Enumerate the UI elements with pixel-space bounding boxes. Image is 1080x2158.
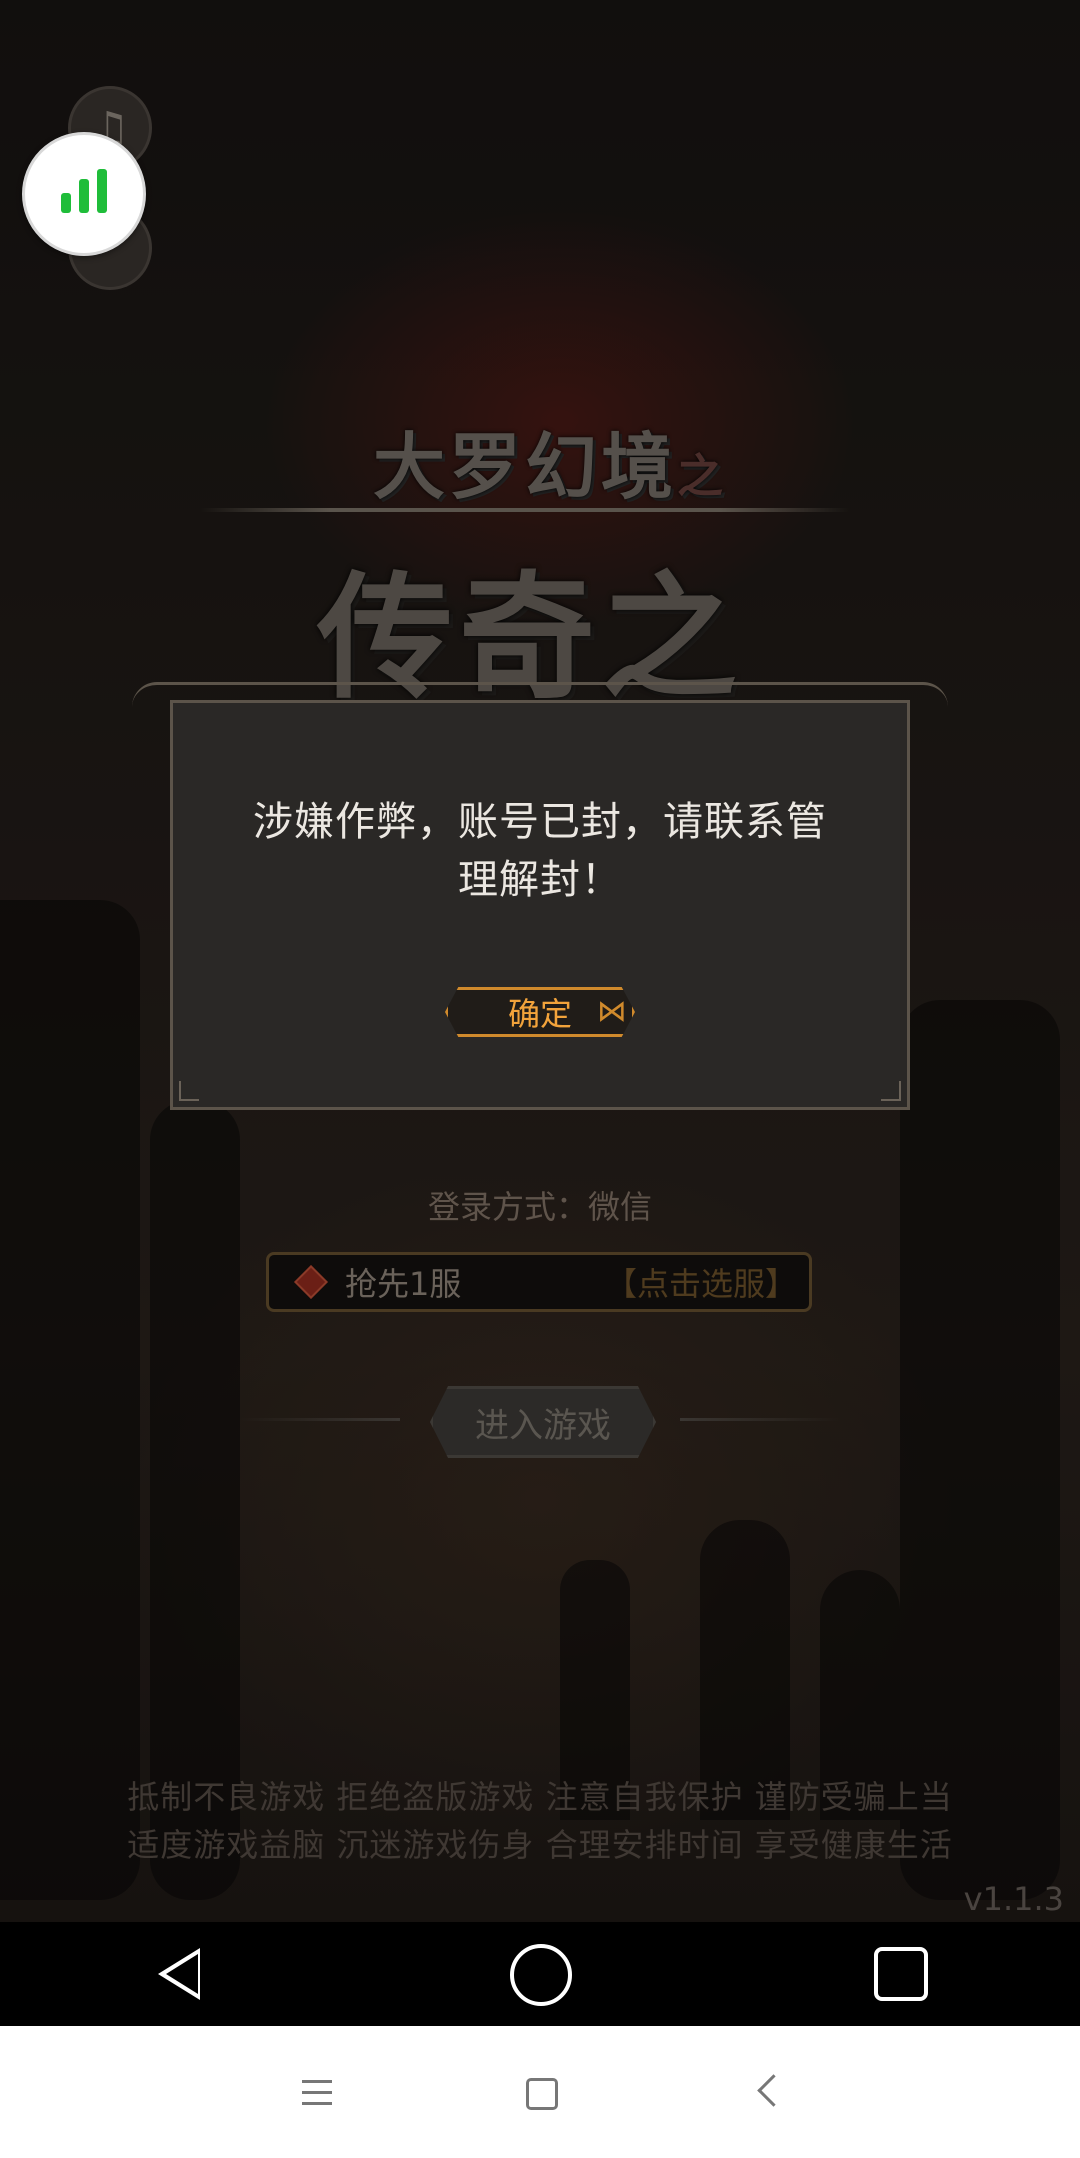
dialog-message: 涉嫌作弊，账号已封，请联系管理解封！ xyxy=(253,799,827,903)
server-gem-icon xyxy=(294,1265,328,1299)
enter-deco-left xyxy=(240,1418,400,1421)
version-label: v1.1.3 xyxy=(963,1880,1064,1918)
dialog-corner-ornament xyxy=(179,1081,199,1101)
system-navigation-bar xyxy=(0,1922,1080,2026)
back-icon[interactable] xyxy=(757,2074,790,2107)
logo-divider xyxy=(200,508,850,512)
select-server-link[interactable]: 【点击选服】 xyxy=(605,1259,797,1305)
ok-deco-right-icon: ⋈ xyxy=(597,994,627,1029)
game-logo-subtitle: 大罗幻境之 xyxy=(372,425,727,509)
health-notice-line: 抵制不良游戏 拒绝盗版游戏 注意自我保护 谨防受骗上当 xyxy=(127,1778,953,1816)
back-icon[interactable] xyxy=(158,1948,200,2000)
recent-apps-icon[interactable] xyxy=(874,1947,928,2001)
signal-icon[interactable] xyxy=(22,132,146,256)
server-name: 抢先1服 xyxy=(345,1265,462,1303)
menu-icon[interactable] xyxy=(302,2080,332,2113)
enter-game-button[interactable]: 进入游戏 xyxy=(430,1386,656,1458)
health-notice-line: 适度游戏益脑 沉迷游戏伤身 合理安排时间 享受健康生活 xyxy=(127,1826,953,1864)
home-icon[interactable] xyxy=(526,2078,558,2110)
server-selector[interactable]: 抢先1服 【点击选服】 xyxy=(266,1252,812,1312)
secondary-navigation-bar xyxy=(0,2026,1080,2158)
ban-dialog: 涉嫌作弊，账号已封，请联系管理解封！ ⋈ 确定 ⋈ xyxy=(170,700,910,1110)
game-screen: 大罗幻境之 传奇之旅 登录方式：微信 抢先1服 【点击选服】 进入游戏 抵制不良… xyxy=(0,0,1080,1922)
dialog-corner-ornament xyxy=(881,1081,901,1101)
login-method-label: 登录方式：微信 xyxy=(427,1188,652,1226)
home-icon[interactable] xyxy=(510,1944,572,2006)
enter-deco-right xyxy=(680,1418,840,1421)
